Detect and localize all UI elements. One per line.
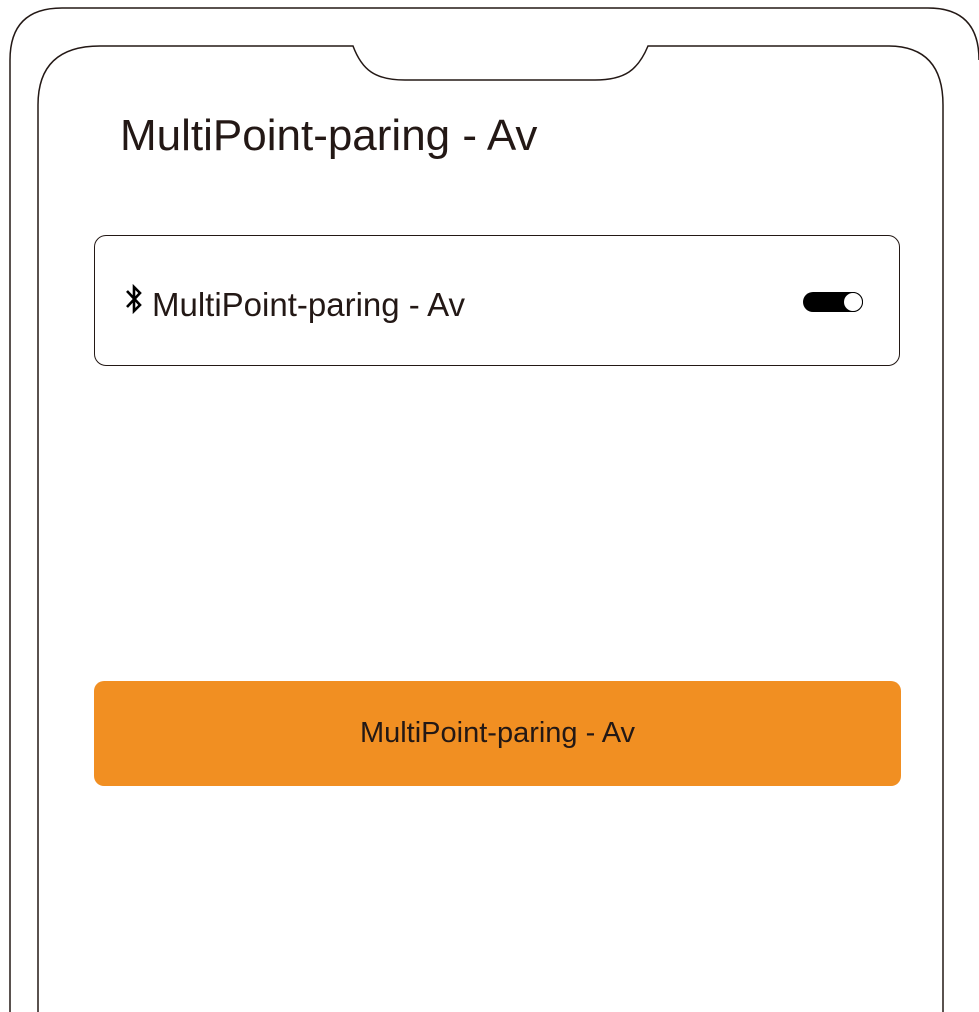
bluetooth-icon — [126, 283, 142, 315]
multipoint-toggle[interactable] — [803, 292, 863, 312]
bluetooth-device-label: MultiPoint-paring - Av — [152, 286, 466, 323]
toggle-knob — [843, 292, 863, 312]
phone-notch-screen-edge — [37, 45, 944, 1012]
multipoint-pairing-button[interactable]: MultiPoint-paring - Av — [94, 681, 901, 786]
bluetooth-device-card: MultiPoint-paring - Av — [94, 235, 900, 366]
page-title: MultiPoint-paring - Av — [120, 111, 538, 160]
